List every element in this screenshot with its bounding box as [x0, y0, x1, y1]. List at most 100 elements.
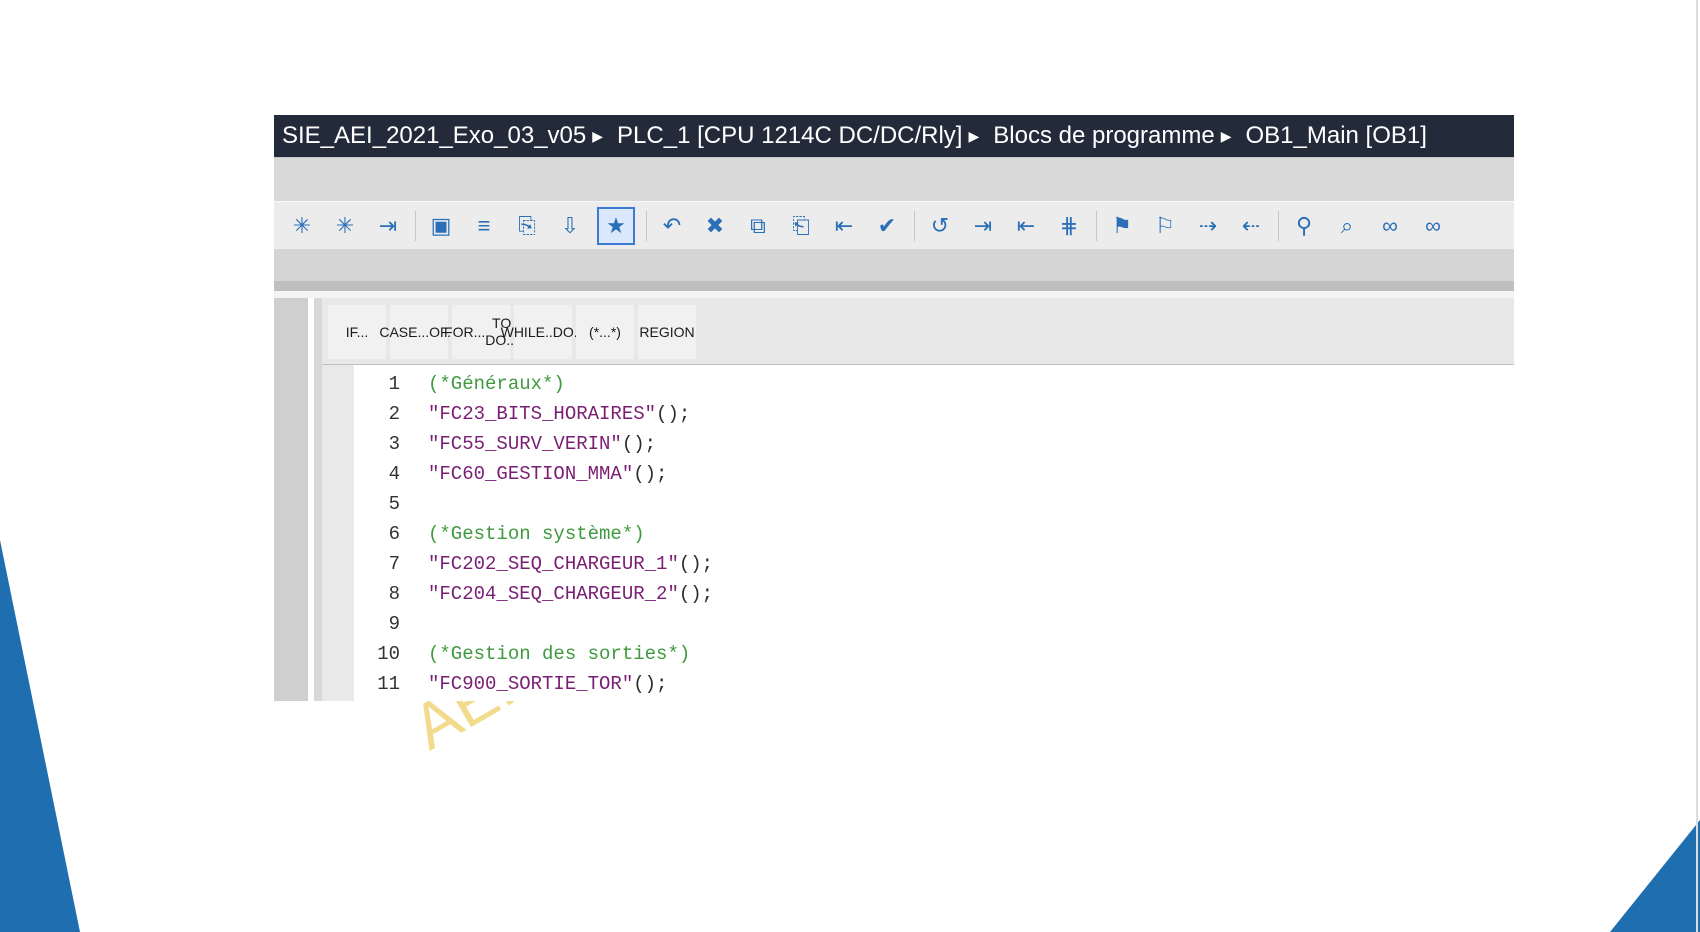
code-line[interactable]: 1 (*Généraux*) — [362, 369, 713, 399]
line-number: 1 — [388, 373, 400, 395]
prev-bookmark-icon[interactable]: ⇠ — [1235, 210, 1267, 242]
code-line[interactable]: 2 "FC23_BITS_HORAIRES" (); — [362, 399, 713, 429]
indent-icon[interactable]: ⇤ — [828, 210, 860, 242]
code-gutter — [322, 365, 354, 701]
delete-icon[interactable]: ✖ — [699, 210, 731, 242]
favorite-icon[interactable]: ★ — [597, 206, 635, 245]
code-comment: (*Généraux*) — [428, 373, 565, 395]
glasses-icon[interactable]: ∞ — [1374, 210, 1406, 242]
search-icon[interactable]: ⌕ — [1331, 210, 1363, 242]
list-icon[interactable]: ≡ — [468, 210, 500, 242]
call-parens: (); — [633, 463, 668, 485]
snippet-label: IF... — [345, 323, 369, 340]
code-line[interactable]: 9 — [362, 609, 713, 639]
bookmark-icon[interactable]: ⚑ — [1106, 210, 1138, 242]
call-parens: (); — [656, 403, 691, 425]
code-area[interactable]: 1 (*Généraux*) 2 "FC23_BITS_HORAIRES" (); 3 "F… — [322, 364, 1514, 701]
call-parens: (); — [621, 433, 657, 455]
code-line[interactable]: 5 — [362, 489, 713, 519]
indent-right-icon[interactable]: ⇥ — [967, 210, 999, 242]
code-line[interactable]: 3 "FC55_SURV_VERIN" (); — [362, 429, 713, 459]
scl-editor: IF... CASE... OF... FOR... TO DO... WHILE.. DO… — [274, 298, 1514, 701]
breadcrumb: SIE_AEI_2021_Exo_03_v05 ▶ PLC_1 [CPU 1214… — [274, 115, 1514, 157]
go-back-icon[interactable]: ↺ — [924, 210, 956, 242]
left-blue-triangle — [0, 540, 80, 932]
divider-bar — [274, 281, 1514, 291]
header-bar — [274, 157, 1514, 201]
snippet-button[interactable]: IF... — [328, 305, 386, 359]
line-number: 2 — [388, 403, 400, 425]
code-line[interactable]: 8 "FC204_SEQ_CHARGEUR_2" (); — [362, 579, 713, 609]
indent-left-icon[interactable]: ⇤ — [1010, 210, 1042, 242]
call-parens: (); — [633, 673, 668, 695]
line-number: 3 — [388, 433, 400, 455]
snippet-button[interactable]: REGION — [638, 305, 696, 359]
check-icon[interactable]: ✔ — [871, 210, 903, 242]
call-parens: (); — [678, 553, 714, 575]
download-icon[interactable]: ⇥ — [372, 210, 404, 242]
chevron-right-icon: ▶ — [968, 127, 980, 144]
function-call: "FC202_SEQ_CHARGEUR_1" — [428, 553, 679, 575]
breadcrumb-folder[interactable]: Blocs de programme — [993, 122, 1214, 150]
code-line[interactable]: 6 (*Gestion système*) — [362, 519, 713, 549]
glasses-step-icon[interactable]: ∞ — [1417, 210, 1449, 242]
code-line[interactable]: 10 (*Gestion des sorties*) — [362, 639, 713, 669]
breadcrumb-block[interactable]: OB1_Main [OB1] — [1245, 122, 1426, 150]
call-parens: (); — [678, 583, 714, 605]
compile-icon[interactable]: ⎘ — [511, 210, 543, 242]
snippet-buttons: IF... CASE... OF... FOR... TO DO... WHILE.. DO… — [328, 305, 696, 359]
next-bookmark-icon[interactable]: ⇢ — [1192, 210, 1224, 242]
function-call: "FC204_SEQ_CHARGEUR_2" — [428, 583, 679, 605]
toolbar-separator — [646, 210, 647, 241]
line-number: 10 — [377, 643, 400, 665]
copy-icon[interactable]: ⧉ — [742, 210, 774, 242]
snippet-button[interactable]: CASE... OF... — [379, 305, 459, 359]
breadcrumb-plc[interactable]: PLC_1 [CPU 1214C DC/DC/Rly] — [617, 122, 962, 150]
function-call: "FC23_BITS_HORAIRES" — [428, 403, 657, 425]
code-line[interactable]: 11 "FC900_SORTIE_TOR" (); — [362, 669, 713, 699]
line-number: 7 — [388, 553, 400, 575]
monitor-icon[interactable]: ▣ — [425, 210, 457, 242]
breadcrumb-project[interactable]: SIE_AEI_2021_Exo_03_v05 — [282, 122, 586, 150]
chevron-right-icon: ▶ — [592, 127, 604, 144]
align-icon[interactable]: ⋕ — [1053, 210, 1085, 242]
editor-toolbar: ✳ ✳ ⇥ ▣ ≡ ⎘ ⇩ ★ ↶ ✖ ⧉ ⎗ ⇤ ✔ ↺ ⇥ ⇤ ⋕ ⚑ ⚐ ⇢ ⇠ ⚲ ⌕ ∞ ∞ — [274, 201, 1514, 249]
toolbar-separator — [1278, 210, 1279, 241]
right-blue-triangle — [1610, 820, 1700, 932]
code-line[interactable]: 4 "FC60_GESTION_MMA" (); — [362, 459, 713, 489]
line-number: 11 — [377, 673, 400, 695]
clear-bookmark-icon[interactable]: ⚐ — [1149, 210, 1181, 242]
toolbar-separator — [1096, 210, 1097, 241]
tia-portal-screenshot: SIE_AEI_2021_Exo_03_v05 ▶ PLC_1 [CPU 1214… — [274, 115, 1514, 701]
function-call: "FC55_SURV_VERIN" — [428, 433, 622, 455]
toolbar-separator — [914, 210, 915, 241]
code-line[interactable]: 7 "FC202_SEQ_CHARGEUR_1" (); — [362, 549, 713, 579]
secondary-bar — [274, 249, 1514, 281]
function-call: "FC900_SORTIE_TOR" — [428, 673, 634, 695]
code-comment: (*Gestion système*) — [428, 523, 645, 545]
line-number: 5 — [388, 493, 400, 515]
code-lines: 1 (*Généraux*) 2 "FC23_BITS_HORAIRES" (); 3 "F… — [362, 369, 713, 699]
line-number: 8 — [388, 583, 400, 605]
code-comment: (*Gestion des sorties*) — [428, 643, 691, 665]
snippet-label: CASE... — [379, 323, 430, 340]
snippet-label: WHILE.. — [500, 323, 553, 340]
function-call: "FC60_GESTION_MMA" — [428, 463, 634, 485]
left-gutter — [274, 298, 308, 701]
goto-icon[interactable]: ⚲ — [1288, 210, 1320, 242]
snippet-button[interactable]: WHILE.. DO... — [501, 305, 585, 359]
insert-network-icon[interactable]: ✳ — [286, 210, 318, 242]
paste-icon[interactable]: ⎗ — [785, 210, 817, 242]
download-to-device-icon[interactable]: ⇩ — [554, 210, 586, 242]
line-number: 4 — [388, 463, 400, 485]
toolbar-separator — [415, 210, 416, 241]
chevron-right-icon: ▶ — [1220, 127, 1232, 144]
snippet-label: REGION — [639, 323, 695, 340]
snippet-label: FOR... — [444, 323, 486, 340]
line-number: 6 — [388, 523, 400, 545]
delete-network-icon[interactable]: ✳ — [329, 210, 361, 242]
snippet-label: (*...*) — [589, 323, 621, 340]
line-number: 9 — [388, 613, 400, 635]
snippet-button[interactable]: (*...*) — [576, 305, 634, 359]
undo-delete-icon[interactable]: ↶ — [656, 210, 688, 242]
